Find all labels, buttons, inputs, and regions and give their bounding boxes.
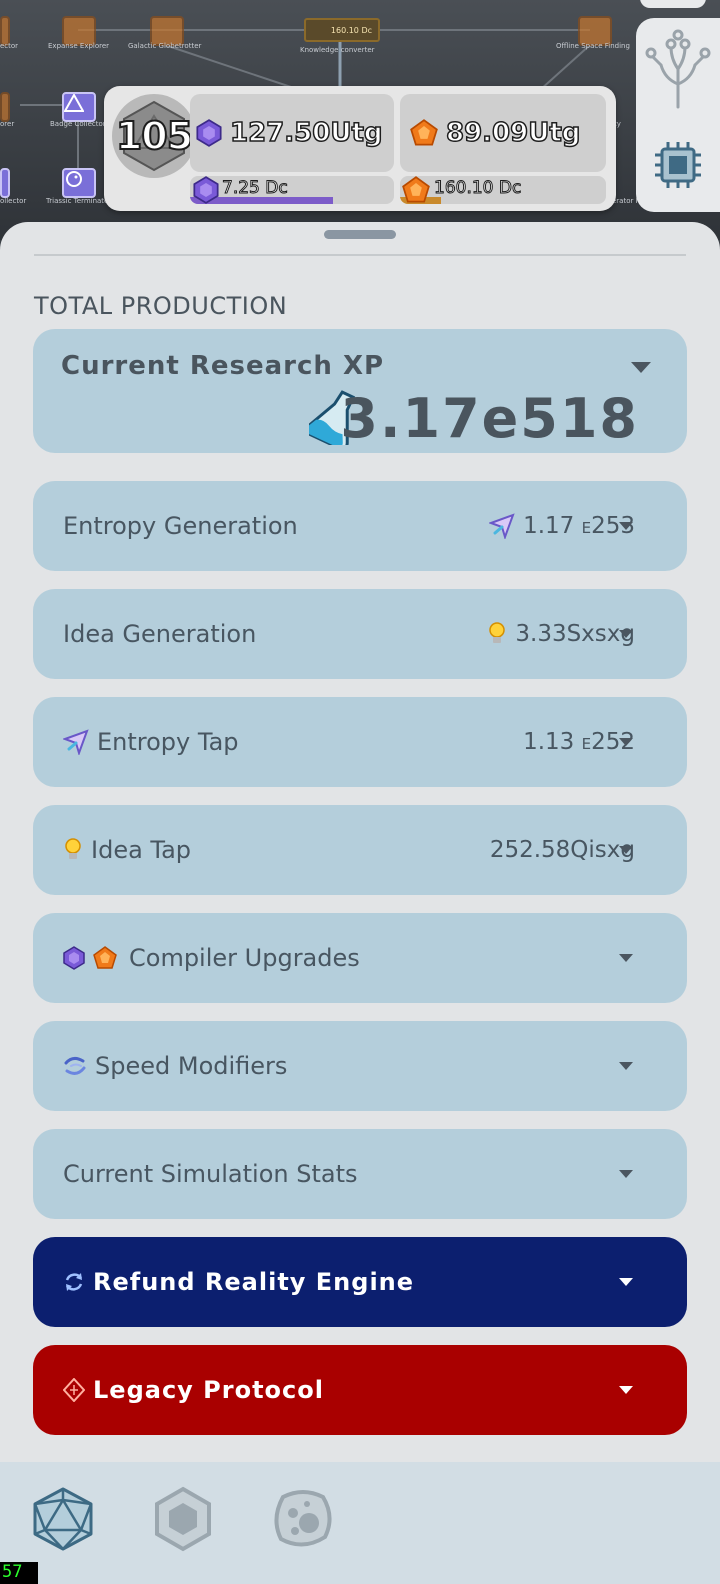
bulb-icon <box>65 838 81 859</box>
orange-gem-icon <box>410 119 438 146</box>
nav-hexagon[interactable] <box>148 1484 218 1554</box>
row-value: 252.58Qisxg <box>489 837 635 863</box>
tree-label: Offline Space Finding <box>556 42 630 50</box>
research-xp-card[interactable]: Current Research XP 3.17e518 <box>33 329 687 453</box>
tech-tree-button[interactable] <box>636 26 720 112</box>
entropy-generation-row[interactable]: Entropy Generation 1.17 E253 <box>33 481 687 571</box>
tree-label: Knowledge converter <box>300 46 375 54</box>
wave-icon <box>64 1056 86 1075</box>
purple-amount: 127.50Utg <box>229 117 383 149</box>
dino-icon <box>66 171 82 187</box>
compiler-upgrades-row[interactable]: Compiler Upgrades <box>33 913 687 1003</box>
chip-icon <box>655 142 701 188</box>
chevron-down-icon[interactable] <box>619 1386 633 1394</box>
purple-capacity-bar: 7.25 Dc <box>190 176 394 204</box>
tree-icon <box>645 29 711 109</box>
row-label: Idea Tap <box>91 836 192 864</box>
purple-capacity: 7.25 Dc <box>222 178 289 199</box>
chevron-down-icon[interactable] <box>619 1062 633 1070</box>
fps-counter: 57 <box>0 1562 38 1584</box>
chevron-down-icon[interactable] <box>619 630 633 638</box>
level-number: 105 <box>115 113 194 159</box>
nav-reality-engine[interactable] <box>28 1484 98 1554</box>
chevron-down-icon[interactable] <box>619 738 633 746</box>
chevron-down-icon[interactable] <box>619 522 633 530</box>
bottom-nav <box>0 1462 720 1584</box>
orange-capacity-bar: 160.10 Dc <box>400 176 606 204</box>
level-badge[interactable]: 105 <box>112 94 196 178</box>
tree-label: ector <box>0 42 19 50</box>
orange-gem-icon <box>93 946 117 969</box>
section-title: TOTAL PRODUCTION <box>34 292 288 320</box>
row-label: Speed Modifiers <box>95 1052 288 1080</box>
tree-node-badge-collector[interactable] <box>62 92 96 122</box>
purple-resource[interactable]: 127.50Utg <box>190 94 394 172</box>
divider <box>34 254 686 256</box>
orange-amount: 89.09Utg <box>445 117 581 149</box>
tree-label: erator I <box>612 197 638 205</box>
cell-icon <box>274 1490 332 1547</box>
orange-capacity: 160.10 Dc <box>433 178 522 199</box>
chevron-down-icon[interactable] <box>631 362 651 373</box>
purple-gem-icon <box>196 119 222 147</box>
tree-node-triassic[interactable] <box>62 168 96 198</box>
knowledge-converter-node[interactable]: 160.10 Dc <box>304 18 380 42</box>
hexagon-icon <box>155 1486 211 1552</box>
right-tool-panel <box>636 18 720 212</box>
orange-resource[interactable]: 89.09Utg <box>400 94 606 172</box>
simulation-stats-row[interactable]: Current Simulation Stats <box>33 1129 687 1219</box>
row-label: Entropy Tap <box>97 728 239 756</box>
research-xp-label: Current Research XP <box>61 351 385 381</box>
entropy-icon <box>63 729 89 755</box>
sheet-drag-handle[interactable] <box>324 230 396 239</box>
tree-label: ollector <box>0 197 27 205</box>
refund-reality-engine-button[interactable]: Refund Reality Engine <box>33 1237 687 1327</box>
production-sheet: TOTAL PRODUCTION Current Research XP 3.1… <box>0 222 720 1462</box>
chevron-down-icon[interactable] <box>619 1278 633 1286</box>
tree-node-edge[interactable] <box>0 168 10 198</box>
idea-tap-row[interactable]: Idea Tap 252.58Qisxg <box>33 805 687 895</box>
tree-label: Expanse Explorer <box>48 42 110 50</box>
tree-label: Badge Collector <box>50 120 106 128</box>
legacy-protocol-button[interactable]: Legacy Protocol <box>33 1345 687 1435</box>
resources-panel: 105 127.50Utg 89.09Utg 7.25 Dc 160.10 Dc <box>104 86 616 211</box>
tree-label: orer <box>0 120 15 128</box>
refresh-icon <box>65 1273 83 1291</box>
tree-node-edge[interactable] <box>0 92 10 122</box>
icosahedron-icon <box>33 1487 93 1551</box>
purple-gem-icon <box>193 176 219 204</box>
triangle-icon <box>64 94 84 112</box>
row-label: Current Simulation Stats <box>63 1160 358 1188</box>
compiler-button[interactable] <box>636 130 720 200</box>
legacy-icon <box>63 1378 85 1402</box>
entropy-tap-row[interactable]: Entropy Tap 1.13 E252 <box>33 697 687 787</box>
research-xp-value: 3.17e518 <box>340 387 639 450</box>
purple-gem-icon <box>63 946 85 970</box>
row-label: Idea Generation <box>63 620 257 648</box>
tree-label: Galactic Globetrotter <box>128 42 202 50</box>
row-label: Refund Reality Engine <box>93 1268 415 1296</box>
tree-label: Triassic Terminator <box>46 197 112 205</box>
chevron-down-icon[interactable] <box>619 954 633 962</box>
chevron-down-icon[interactable] <box>619 1170 633 1178</box>
idea-generation-row[interactable]: Idea Generation 3.33Sxsxg <box>33 589 687 679</box>
nav-cell[interactable] <box>268 1484 338 1554</box>
speed-modifiers-row[interactable]: Speed Modifiers <box>33 1021 687 1111</box>
entropy-icon <box>489 513 515 539</box>
row-label: Compiler Upgrades <box>129 944 360 972</box>
row-label: Entropy Generation <box>63 512 298 540</box>
chevron-down-icon[interactable] <box>619 846 633 854</box>
orange-gem-icon <box>402 176 430 203</box>
top-pill <box>640 0 706 8</box>
row-value: 3.33Sxsxg <box>515 621 635 647</box>
bulb-icon <box>489 622 506 643</box>
row-label: Legacy Protocol <box>93 1376 324 1404</box>
